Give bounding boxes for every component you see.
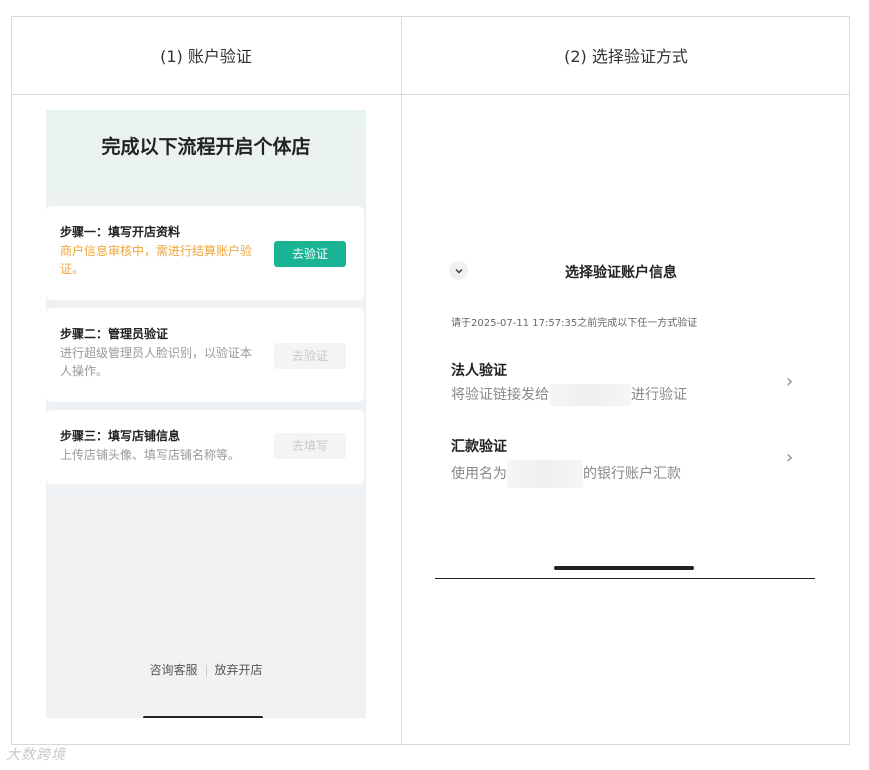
header-account-verification: (1) 账户验证 [160, 47, 252, 66]
screenshot-baseline [435, 578, 815, 579]
step-card-3: 步骤三：填写店铺信息 上传店铺头像、填写店铺名称等。 去填写 [46, 410, 364, 484]
watermark-logo: 大数跨境 [6, 747, 66, 763]
sheet-title: 选择验证账户信息 [565, 265, 677, 281]
chevron-right-icon: › [786, 447, 794, 468]
option-remit-desc-after: 的银行账户汇款 [583, 466, 681, 482]
chevron-down-icon[interactable] [449, 261, 468, 280]
redacted-account [507, 460, 583, 488]
redacted-name [549, 384, 631, 406]
option-legal-desc-after: 进行验证 [631, 387, 687, 403]
onboarding-footer: 咨询客服 放弃开店 [46, 661, 366, 678]
phone-screen-onboarding: 完成以下流程开启个体店 步骤一：填写开店资料 商户信息审核中，需进行结算账户验证… [46, 110, 366, 718]
consult-service-link[interactable]: 咨询客服 [149, 663, 197, 677]
step-1-title: 步骤一：填写开店资料 [60, 225, 181, 239]
step-2-desc: 进行超级管理员人脸识别，以验证本人操作。 [60, 346, 253, 378]
header-select-method: (2) 选择验证方式 [564, 47, 688, 66]
option-legal-title: 法人验证 [451, 363, 507, 379]
footer-separator [205, 664, 207, 677]
option-remit-desc: 使用名为 的银行账户汇款 [451, 460, 681, 488]
table-divider-horizontal [11, 94, 850, 95]
step-1-desc: 商户信息审核中，需进行结算账户验证。 [60, 244, 253, 276]
option-legal-desc: 将验证链接发给 进行验证 [451, 384, 687, 406]
fill-button-disabled[interactable]: 去填写 [274, 433, 346, 459]
chevron-right-icon: › [786, 371, 794, 392]
step-3-title: 步骤三：填写店铺信息 [60, 429, 181, 443]
deadline-note: 请于2025-07-11 17:57:35之前完成以下任一方式验证 [451, 318, 698, 329]
option-remit-title: 汇款验证 [451, 439, 507, 455]
verify-button[interactable]: 去验证 [274, 241, 346, 267]
step-3-desc: 上传店铺头像、填写店铺名称等。 [60, 448, 241, 462]
home-indicator [554, 566, 694, 570]
verify-button-disabled[interactable]: 去验证 [274, 343, 346, 369]
home-indicator [143, 716, 263, 718]
step-card-2: 步骤二：管理员验证 进行超级管理员人脸识别，以验证本人操作。 去验证 [46, 308, 364, 402]
option-legal-desc-before: 将验证链接发给 [451, 387, 549, 403]
step-2-title: 步骤二：管理员验证 [60, 327, 169, 341]
option-remit-desc-before: 使用名为 [451, 466, 507, 482]
table-divider-vertical [401, 16, 402, 745]
abandon-store-link[interactable]: 放弃开店 [215, 663, 263, 677]
onboarding-title: 完成以下流程开启个体店 [101, 136, 311, 158]
step-card-1: 步骤一：填写开店资料 商户信息审核中，需进行结算账户验证。 去验证 [46, 206, 364, 300]
